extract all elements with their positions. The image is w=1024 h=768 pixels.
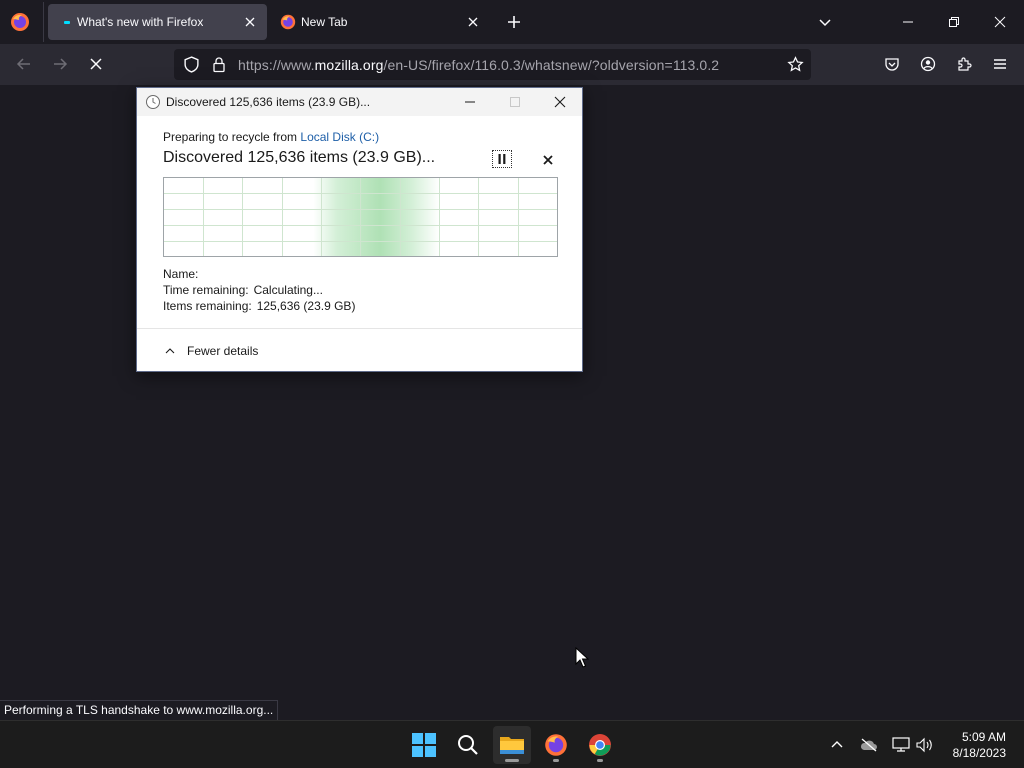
graph-gridline bbox=[203, 178, 204, 256]
puzzle-icon[interactable] bbox=[950, 50, 978, 78]
detail-time-label: Time remaining: bbox=[163, 283, 249, 297]
tab-strip: What's new with Firefox New Tab bbox=[0, 0, 1024, 44]
cancel-icon[interactable] bbox=[539, 151, 557, 169]
local-disk-link[interactable]: Local Disk (C:) bbox=[300, 130, 379, 144]
tab-title: What's new with Firefox bbox=[77, 15, 204, 29]
graph-gridline bbox=[242, 178, 243, 256]
maximize-icon bbox=[492, 88, 538, 116]
detail-items-label: Items remaining: bbox=[163, 299, 252, 313]
fewer-details-button[interactable]: Fewer details bbox=[163, 342, 258, 360]
file-explorer-icon[interactable] bbox=[493, 726, 531, 764]
pause-icon[interactable] bbox=[492, 150, 512, 168]
progress-graph bbox=[163, 177, 558, 257]
graph-gridline bbox=[164, 241, 557, 242]
chrome-icon[interactable] bbox=[581, 726, 619, 764]
minimize-icon[interactable] bbox=[894, 8, 922, 36]
graph-gridline bbox=[400, 178, 401, 256]
url-path: /en-US/firefox/116.0.3/whatsnew/?oldvers… bbox=[383, 57, 720, 73]
url-text: https://www.mozilla.org/en-US/firefox/11… bbox=[238, 57, 719, 73]
close-icon[interactable] bbox=[537, 88, 583, 116]
graph-gridline bbox=[321, 178, 322, 256]
chevron-up-icon bbox=[163, 344, 177, 358]
account-icon[interactable] bbox=[914, 50, 942, 78]
volume-icon[interactable] bbox=[913, 731, 937, 759]
graph-gridline bbox=[360, 178, 361, 256]
minimize-icon[interactable] bbox=[447, 88, 493, 116]
taskbar: 5:09 AM 8/18/2023 bbox=[0, 720, 1024, 768]
tab-new-tab[interactable]: New Tab bbox=[272, 4, 490, 40]
close-window-icon[interactable] bbox=[986, 8, 1014, 36]
graph-gridline bbox=[478, 178, 479, 256]
lock-icon[interactable] bbox=[211, 56, 227, 78]
graph-gridline bbox=[518, 178, 519, 256]
windows-start-icon[interactable] bbox=[405, 726, 443, 764]
chevron-up-icon[interactable] bbox=[825, 731, 849, 759]
url-prefix: https://www. bbox=[238, 57, 315, 73]
running-indicator bbox=[597, 759, 603, 762]
detail-items-value: 125,636 (23.9 GB) bbox=[256, 299, 356, 313]
onedrive-offline-icon[interactable] bbox=[857, 731, 881, 759]
graph-gridline bbox=[164, 193, 557, 194]
progress-headline: Discovered 125,636 items (23.9 GB)... bbox=[163, 149, 436, 166]
status-panel: Performing a TLS handshake to www.mozill… bbox=[0, 700, 279, 721]
clock-icon bbox=[145, 94, 161, 110]
clock-time: 5:09 AM bbox=[961, 730, 1006, 744]
url-bar[interactable]: https://www.mozilla.org/en-US/firefox/11… bbox=[174, 49, 811, 80]
restore-icon[interactable] bbox=[940, 8, 968, 36]
dialog-titlebar[interactable]: Discovered 125,636 items (23.9 GB)... bbox=[137, 88, 582, 116]
navigation-toolbar: https://www.mozilla.org/en-US/firefox/11… bbox=[0, 44, 1024, 85]
tab-strip-separator bbox=[43, 2, 44, 42]
detail-time-value: Calculating... bbox=[253, 283, 323, 297]
recycle-progress-dialog: Discovered 125,636 items (23.9 GB)... Pr… bbox=[136, 87, 583, 372]
detail-name-label: Name: bbox=[163, 267, 199, 281]
shield-icon[interactable] bbox=[183, 56, 200, 78]
star-icon[interactable] bbox=[787, 56, 804, 78]
firefox-logo-icon[interactable] bbox=[8, 10, 32, 34]
clock-date: 8/18/2023 bbox=[952, 746, 1006, 760]
network-icon[interactable] bbox=[889, 731, 913, 759]
system-clock[interactable]: 5:09 AM 8/18/2023 bbox=[953, 729, 1006, 761]
detail-items-row: Items remaining: 125,636 (23.9 GB) bbox=[163, 299, 355, 313]
graph-gridline bbox=[164, 225, 557, 226]
running-indicator bbox=[553, 759, 559, 762]
chevron-down-icon[interactable] bbox=[811, 8, 839, 36]
fewer-details-label: Fewer details bbox=[187, 344, 259, 358]
dialog-title: Discovered 125,636 items (23.9 GB)... bbox=[166, 95, 371, 109]
graph-gridline bbox=[282, 178, 283, 256]
hamburger-icon[interactable] bbox=[986, 50, 1014, 78]
close-tab-icon[interactable] bbox=[464, 13, 482, 31]
search-icon[interactable] bbox=[449, 726, 487, 764]
dialog-divider bbox=[137, 328, 582, 329]
graph-gridline bbox=[164, 209, 557, 210]
mouse-cursor-icon bbox=[575, 646, 590, 669]
firefox-icon[interactable] bbox=[537, 726, 575, 764]
recycle-source-prefix: Preparing to recycle from bbox=[163, 130, 298, 144]
tab-whats-new[interactable]: What's new with Firefox bbox=[48, 4, 267, 40]
close-tab-icon[interactable] bbox=[241, 13, 259, 31]
url-host: mozilla.org bbox=[314, 57, 384, 73]
running-indicator bbox=[505, 759, 519, 762]
plus-icon[interactable] bbox=[500, 8, 528, 36]
tab-loading-indicator bbox=[64, 21, 70, 24]
detail-time-row: Time remaining: Calculating... bbox=[163, 283, 323, 297]
recycle-source-line: Preparing to recycle from Local Disk (C:… bbox=[163, 130, 379, 144]
close-icon[interactable] bbox=[82, 50, 110, 78]
firefox-favicon-icon bbox=[280, 14, 296, 30]
detail-name-row: Name: bbox=[163, 267, 203, 281]
tab-title: New Tab bbox=[301, 15, 348, 29]
pocket-icon[interactable] bbox=[878, 50, 906, 78]
graph-gridline bbox=[439, 178, 440, 256]
arrow-left-icon[interactable] bbox=[10, 50, 38, 78]
arrow-right-icon[interactable] bbox=[46, 50, 74, 78]
